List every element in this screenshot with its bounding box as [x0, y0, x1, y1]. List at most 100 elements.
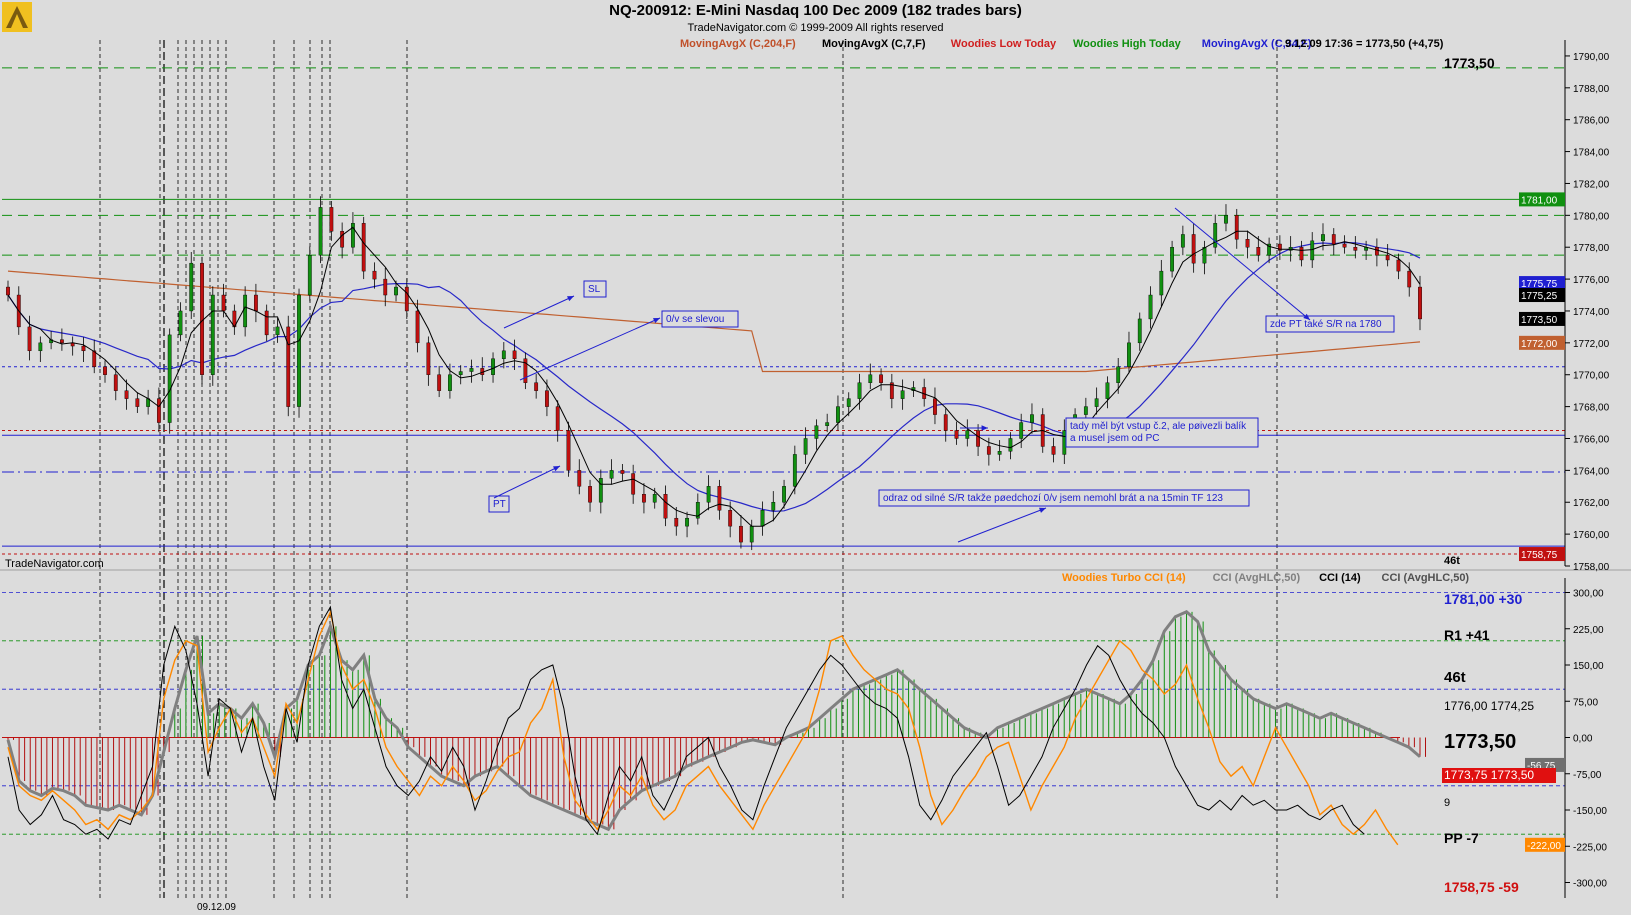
- candle-body: [167, 334, 172, 423]
- candle-body: [210, 294, 215, 375]
- price-tick-label: 1778,00: [1573, 243, 1610, 254]
- candle-body: [286, 326, 291, 407]
- legend-item: Woodies Low Today: [951, 38, 1057, 50]
- candle-body: [868, 374, 873, 383]
- candle-body: [1094, 398, 1099, 407]
- price-tick-label: 1770,00: [1573, 371, 1610, 382]
- price-tick-label: 1786,00: [1573, 116, 1610, 127]
- candle-body: [243, 294, 248, 328]
- candle-body: [448, 374, 452, 391]
- candle-body: [178, 310, 183, 336]
- candle-body: [394, 286, 398, 296]
- candle-body: [1234, 215, 1239, 240]
- annotation-zde-pt-text: zde PT také S/R na 1780: [1270, 319, 1382, 330]
- candle-body: [900, 390, 905, 399]
- chart-canvas[interactable]: MovingAvgX (C,204,F) MovingAvgX (C,7,F) Wo…: [0, 0, 1631, 915]
- candle-body: [1202, 247, 1207, 264]
- chart-window: NQ-200912: E-Mini Nasdaq 100 Dec 2009 (1…: [0, 0, 1631, 915]
- candle-body: [1385, 254, 1390, 261]
- candle-body: [1256, 247, 1261, 256]
- candle-body: [965, 430, 970, 439]
- candle-body: [1245, 239, 1250, 248]
- candle-body: [846, 398, 851, 407]
- candle-body: [728, 510, 733, 527]
- candle-body: [404, 286, 409, 312]
- candle-body: [857, 382, 862, 399]
- candle-body: [307, 254, 312, 296]
- candle-body: [1321, 234, 1325, 242]
- candle-body: [383, 278, 388, 296]
- cci-tick-label: 75,00: [1573, 697, 1598, 708]
- cci-side-text: 1776,00 1774,25: [1444, 699, 1534, 713]
- candle-body: [1170, 247, 1174, 272]
- candle-body: [685, 517, 689, 527]
- candle-body: [782, 486, 786, 503]
- candle-body: [1224, 215, 1228, 224]
- candle-body: [706, 486, 711, 503]
- candle-body: [566, 430, 571, 471]
- price-tick-label: 1784,00: [1573, 148, 1610, 159]
- candle-body: [1331, 234, 1336, 245]
- candle-body: [297, 294, 301, 407]
- candle-body: [1374, 247, 1379, 256]
- price-tick-label: 1760,00: [1573, 530, 1610, 541]
- price-tick-label: 1774,00: [1573, 307, 1610, 318]
- candle-body: [318, 207, 323, 256]
- candle-body: [1019, 422, 1024, 439]
- cci-tick-label: 300,00: [1573, 589, 1604, 600]
- candle-body: [620, 470, 625, 474]
- price-tick-label: 1758,00: [1573, 562, 1610, 573]
- cci-side-text: 1773,50: [1444, 731, 1516, 753]
- cci-legend-item: Woodies Turbo CCI (14): [1062, 572, 1186, 584]
- candle-body: [264, 310, 269, 336]
- candle-body: [1116, 366, 1121, 383]
- candle-body: [1051, 446, 1056, 455]
- candle-body: [1127, 342, 1131, 367]
- candle-body: [1299, 247, 1304, 261]
- candle-body: [92, 350, 97, 367]
- candle-body: [512, 350, 517, 359]
- candle-body: [739, 525, 743, 543]
- candle-body: [836, 406, 840, 423]
- candle-body: [135, 398, 140, 407]
- candle-body: [814, 425, 819, 439]
- tick-count-label: 46t: [1444, 555, 1460, 567]
- cci-legend-item: CCI (AvgHLC,50): [1213, 572, 1301, 584]
- cci-side-text: 9: [1444, 797, 1450, 809]
- cci-legend-item: CCI (AvgHLC,50): [1382, 572, 1470, 584]
- price-tick-label: 1772,00: [1573, 339, 1610, 350]
- price-badge-label: 1781,00: [1521, 195, 1558, 206]
- candle-body: [1105, 382, 1110, 399]
- annotation-vstup-text: a musel jsem od PC: [1070, 433, 1159, 444]
- candle-body: [642, 494, 646, 503]
- price-tick-label: 1768,00: [1573, 403, 1610, 414]
- price-tick-label: 1780,00: [1573, 211, 1610, 222]
- cci-tick-label: -75,00: [1573, 770, 1602, 781]
- candle-body: [879, 374, 883, 383]
- candle-body: [771, 502, 776, 511]
- price-tick-label: 1764,00: [1573, 466, 1610, 477]
- candle-body: [749, 525, 754, 543]
- cci-tick-label: -150,00: [1573, 806, 1607, 817]
- candle-body: [275, 326, 280, 336]
- candle-body: [254, 294, 258, 312]
- candle-body: [674, 517, 679, 527]
- candle-body: [631, 473, 636, 495]
- watermark: TradeNavigator.com: [5, 558, 104, 570]
- candle-body: [1030, 414, 1034, 423]
- candle-body: [426, 342, 431, 375]
- cci-side-text: 1781,00 +30: [1444, 591, 1522, 607]
- price-badge-label: 1758,75: [1521, 550, 1558, 561]
- price-badge-label: 1775,25: [1521, 291, 1558, 302]
- cci-tick-label: 0,00: [1573, 734, 1593, 745]
- legend-item: MovingAvgX (C,204,F): [680, 38, 796, 50]
- legend-item: MovingAvgX (C,7,F): [822, 38, 926, 50]
- candle-body: [372, 270, 377, 280]
- candle-body: [113, 374, 118, 391]
- candle-body: [1418, 286, 1422, 320]
- candle-body: [38, 342, 43, 352]
- candle-body: [717, 486, 722, 511]
- candle-body: [1353, 247, 1358, 251]
- candle-body: [555, 406, 560, 431]
- candle-body: [534, 382, 539, 391]
